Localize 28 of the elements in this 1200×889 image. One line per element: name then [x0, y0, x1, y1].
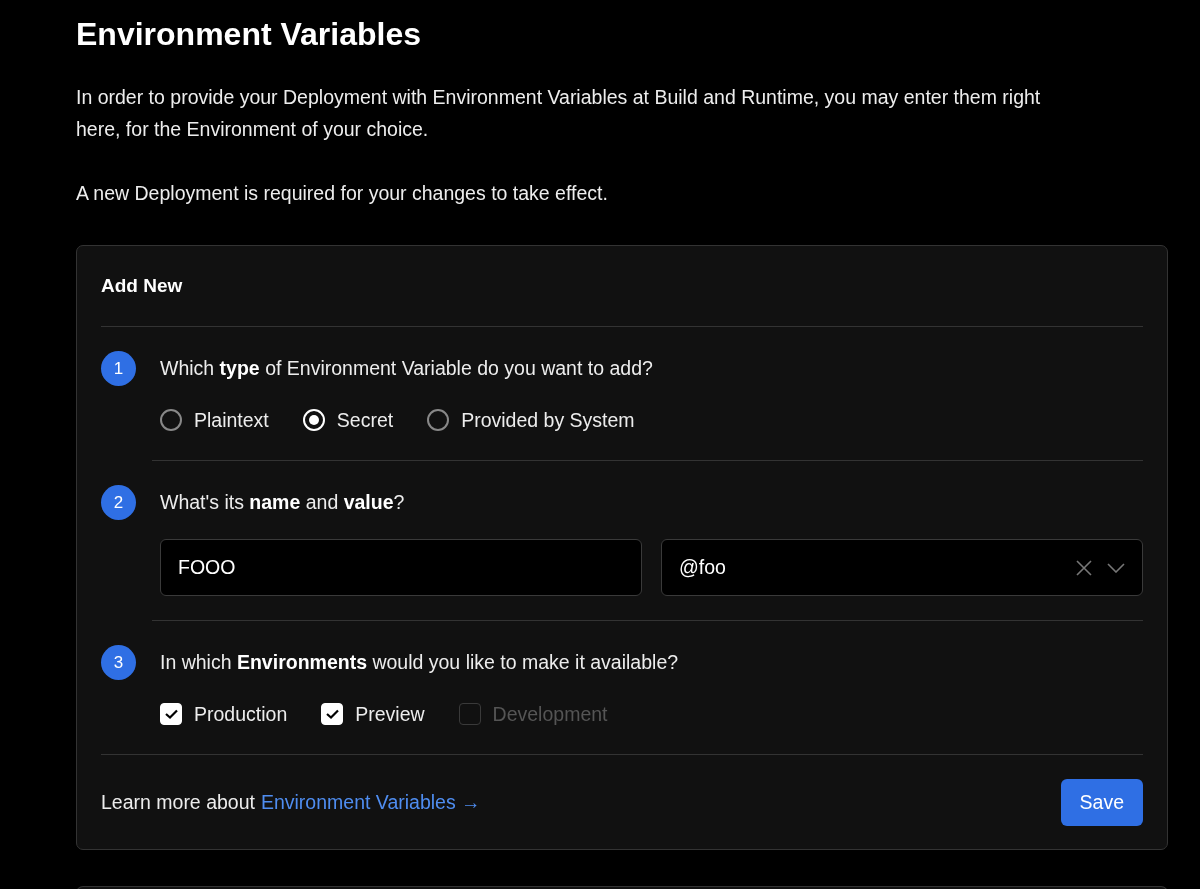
- learn-more-text: Learn more about: [101, 791, 255, 814]
- radio-icon: [160, 409, 182, 431]
- radio-option[interactable]: Provided by System: [427, 408, 635, 432]
- checkbox-icon: [458, 703, 481, 725]
- checkbox-icon: [321, 703, 344, 725]
- page-title: Environment Variables: [76, 15, 422, 54]
- checkbox-option[interactable]: Production: [160, 702, 288, 726]
- step-number: 1: [101, 351, 136, 386]
- chevron-down-icon[interactable]: [1107, 562, 1125, 573]
- checkbox-icon: [160, 703, 182, 725]
- intro-text: A new Deployment is required for your changes to take effect.: [76, 181, 609, 206]
- step-question: What's its name and value?: [160, 490, 406, 515]
- step-number: 2: [101, 485, 136, 520]
- value-field[interactable]: @foo: [661, 539, 1143, 596]
- step-question: In which Environments would you like to make it available?: [160, 650, 680, 675]
- close-icon[interactable]: [1075, 558, 1093, 577]
- radio-option[interactable]: Secret: [302, 408, 394, 432]
- name-field[interactable]: FOOO: [160, 539, 642, 596]
- card-title: Add New: [101, 246, 1143, 327]
- docs-link[interactable]: Environment Variables →: [260, 791, 481, 814]
- radio-option[interactable]: Plaintext: [160, 408, 269, 432]
- save-button[interactable]: Save: [1060, 779, 1143, 826]
- radio-icon: [427, 409, 450, 431]
- step-number: 3: [101, 645, 136, 680]
- checkbox-option[interactable]: Preview: [321, 702, 425, 726]
- step-question: Which type of Environment Variable do you want to add?: [160, 356, 654, 381]
- radio-icon: [302, 409, 325, 431]
- intro-text: In order to provide your Deployment with Environment Variables at Build and Runtime, you may enter them right here, for the Environment of your choice.: [76, 85, 1042, 142]
